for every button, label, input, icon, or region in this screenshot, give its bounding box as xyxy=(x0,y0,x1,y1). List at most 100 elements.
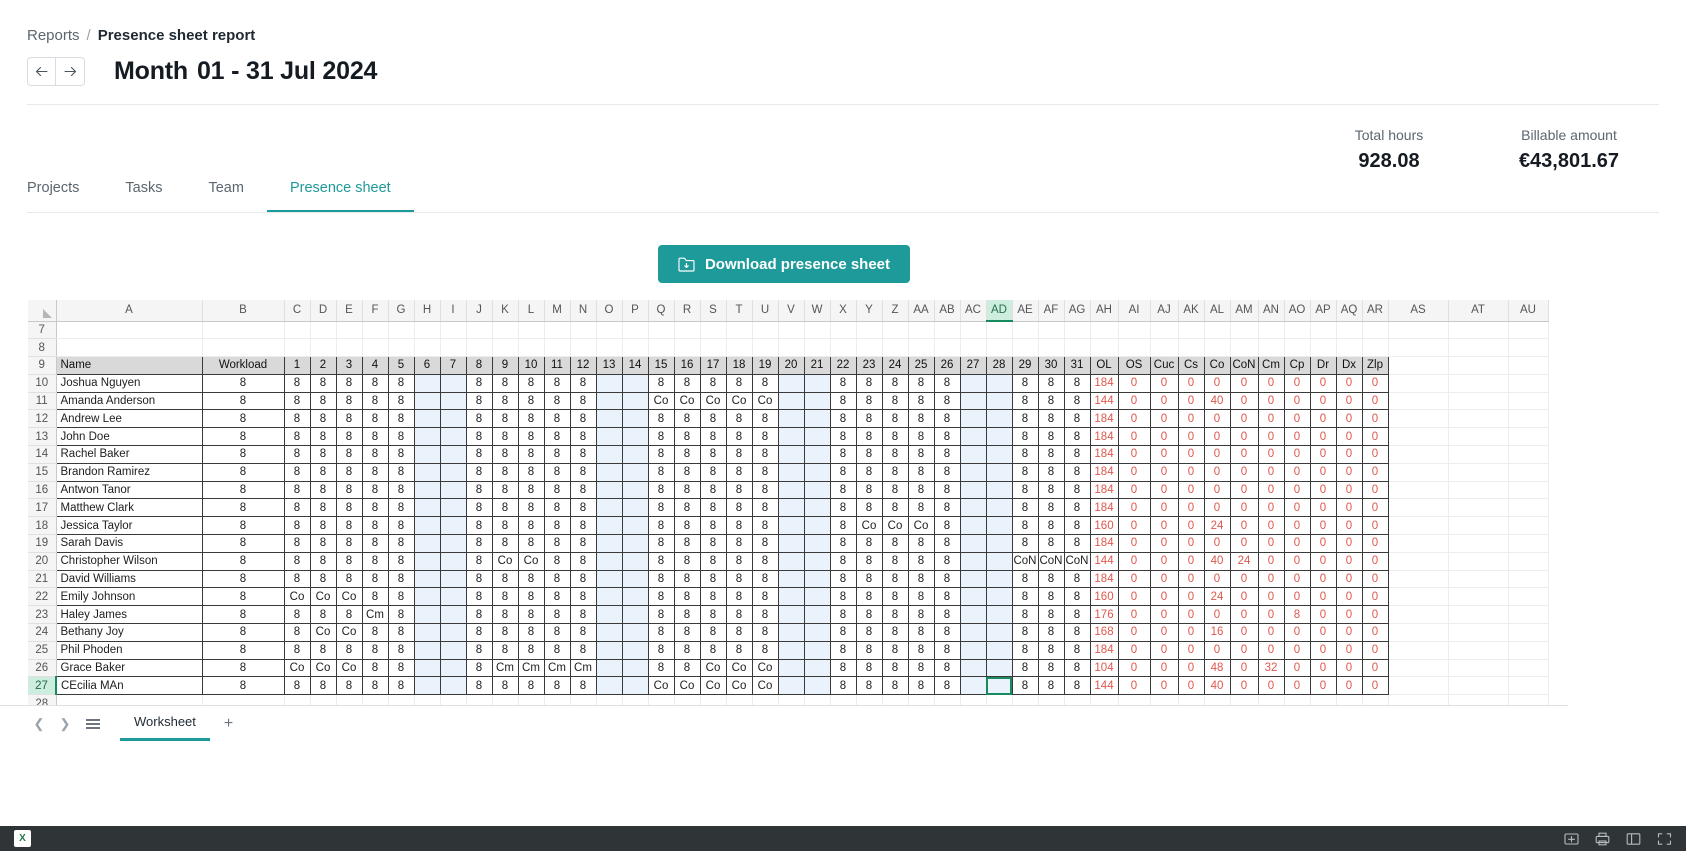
cell-total-Cm-18[interactable]: 0 xyxy=(1257,516,1285,536)
cell-name-11[interactable]: Amanda Anderson xyxy=(55,391,203,411)
cell-workload-13[interactable]: 8 xyxy=(201,427,285,447)
cell-total-Cp-19[interactable]: 0 xyxy=(1283,534,1311,553)
empty-cell-AC8[interactable] xyxy=(960,338,987,358)
empty-cell-AC7[interactable] xyxy=(960,321,987,340)
cell-day-20-13[interactable] xyxy=(777,427,805,447)
cell-day-4-21[interactable]: 8 xyxy=(361,569,389,589)
cell-day-7-12[interactable] xyxy=(439,409,467,429)
cell-day-26-23[interactable]: 8 xyxy=(933,605,961,625)
column-header-M[interactable]: M xyxy=(544,300,571,322)
cell-workload-19[interactable]: 8 xyxy=(201,534,285,553)
cell-day-27-11[interactable] xyxy=(959,391,987,411)
cell-day-11-12[interactable]: 8 xyxy=(543,409,571,429)
cell-day-27-12[interactable] xyxy=(959,409,987,429)
cell-day-9-12[interactable]: 8 xyxy=(491,409,519,429)
cell-total-OS-18[interactable]: 0 xyxy=(1117,516,1151,536)
cell-day-31-26[interactable]: 8 xyxy=(1063,658,1091,678)
cell-day-30-27[interactable]: 8 xyxy=(1037,676,1065,696)
empty-cell-Y8[interactable] xyxy=(856,338,883,358)
empty-cell-O7[interactable] xyxy=(596,321,623,340)
cell-day-16-22[interactable]: 8 xyxy=(673,587,701,607)
empty-cell-O8[interactable] xyxy=(596,338,623,358)
cell-day-17-16[interactable]: 8 xyxy=(699,480,727,500)
cell-day-19-11[interactable]: Co xyxy=(751,391,779,411)
cell-total-Cs-11[interactable]: 0 xyxy=(1177,391,1205,411)
cell-day-26-16[interactable]: 8 xyxy=(933,480,961,500)
cell-day-29-15[interactable]: 8 xyxy=(1011,462,1039,482)
cell-total-Cuc-14[interactable]: 0 xyxy=(1149,445,1179,464)
row-header-15[interactable]: 15 xyxy=(28,463,57,482)
cell-total-Zlp-18[interactable]: 0 xyxy=(1361,516,1389,536)
cell-day-5-20[interactable]: 8 xyxy=(387,551,415,571)
cell-name-19[interactable]: Sarah Davis xyxy=(55,534,203,553)
cell-total-Co-21[interactable]: 0 xyxy=(1203,569,1231,589)
cell-day-1-27[interactable]: 8 xyxy=(283,676,311,696)
cell-day-20-14[interactable] xyxy=(777,445,805,464)
row-header-23[interactable]: 23 xyxy=(28,605,57,625)
cell-day-14-17[interactable] xyxy=(621,498,649,518)
cell-day-25-12[interactable]: 8 xyxy=(907,409,935,429)
cell-day-28-25[interactable] xyxy=(985,640,1013,660)
cell-day-3-10[interactable]: 8 xyxy=(335,373,363,393)
cell-day-3-26[interactable]: Co xyxy=(335,658,363,678)
cell-day-16-10[interactable]: 8 xyxy=(673,373,701,393)
cell-day-25-17[interactable]: 8 xyxy=(907,498,935,518)
cell-day-8-17[interactable]: 8 xyxy=(465,498,493,518)
cell-total-CoN-13[interactable]: 0 xyxy=(1229,427,1259,447)
cell-day-28-24[interactable] xyxy=(985,623,1013,642)
cell-day-4-20[interactable]: 8 xyxy=(361,551,389,571)
cell-total-CoN-27[interactable]: 0 xyxy=(1229,676,1259,696)
cell-total-Cuc-27[interactable]: 0 xyxy=(1149,676,1179,696)
empty-cell-J8[interactable] xyxy=(466,338,493,358)
cell-day-11-17[interactable]: 8 xyxy=(543,498,571,518)
cell-day-25-14[interactable]: 8 xyxy=(907,445,935,464)
cell-day-25-16[interactable]: 8 xyxy=(907,480,935,500)
cell-total-Dr-24[interactable]: 0 xyxy=(1309,623,1337,642)
cell-day-4-12[interactable]: 8 xyxy=(361,409,389,429)
column-header-AL[interactable]: AL xyxy=(1204,300,1231,322)
cell-day-25-19[interactable]: 8 xyxy=(907,534,935,553)
cell-total-CoN-19[interactable]: 0 xyxy=(1229,534,1259,553)
header-cell-code-Cm[interactable]: Cm xyxy=(1257,356,1285,375)
empty-cell-D7[interactable] xyxy=(310,321,337,340)
cell-total-Dr-26[interactable]: 0 xyxy=(1309,658,1337,678)
cell-workload-18[interactable]: 8 xyxy=(201,516,285,536)
cell-day-5-17[interactable]: 8 xyxy=(387,498,415,518)
cell-day-25-10[interactable]: 8 xyxy=(907,373,935,393)
empty-cell-Z8[interactable] xyxy=(882,338,909,358)
empty-cell-E7[interactable] xyxy=(336,321,363,340)
empty-cell-tail-21-2[interactable] xyxy=(1508,570,1549,589)
cell-day-30-17[interactable]: 8 xyxy=(1037,498,1065,518)
cell-workload-21[interactable]: 8 xyxy=(201,569,285,589)
cell-name-23[interactable]: Haley James xyxy=(55,605,203,625)
cell-day-6-10[interactable] xyxy=(413,373,441,393)
empty-cell-tail-24-2[interactable] xyxy=(1508,623,1549,642)
cell-day-19-10[interactable]: 8 xyxy=(751,373,779,393)
empty-cell-tail-16-1[interactable] xyxy=(1448,481,1509,500)
column-header-S[interactable]: S xyxy=(700,300,727,322)
cell-day-22-11[interactable]: 8 xyxy=(829,391,857,411)
cell-total-OL-23[interactable]: 176 xyxy=(1089,605,1119,625)
cell-name-13[interactable]: John Doe xyxy=(55,427,203,447)
cell-day-3-11[interactable]: 8 xyxy=(335,391,363,411)
cell-day-12-16[interactable]: 8 xyxy=(569,480,597,500)
cell-day-26-17[interactable]: 8 xyxy=(933,498,961,518)
cell-day-30-25[interactable]: 8 xyxy=(1037,640,1065,660)
row-header-11[interactable]: 11 xyxy=(28,392,57,411)
cell-day-20-18[interactable] xyxy=(777,516,805,536)
cell-day-4-16[interactable]: 8 xyxy=(361,480,389,500)
empty-cell-AT7[interactable] xyxy=(1448,321,1509,340)
cell-total-OL-21[interactable]: 184 xyxy=(1089,569,1119,589)
empty-cell-M7[interactable] xyxy=(544,321,571,340)
cell-day-3-14[interactable]: 8 xyxy=(335,445,363,464)
cell-day-27-22[interactable] xyxy=(959,587,987,607)
cell-day-31-18[interactable]: 8 xyxy=(1063,516,1091,536)
empty-cell-tail-12-2[interactable] xyxy=(1508,409,1549,429)
cell-day-24-14[interactable]: 8 xyxy=(881,445,909,464)
empty-cell-J7[interactable] xyxy=(466,321,493,340)
cell-day-10-21[interactable]: 8 xyxy=(517,569,545,589)
cell-day-11-25[interactable]: 8 xyxy=(543,640,571,660)
header-cell-day-4[interactable]: 4 xyxy=(361,356,389,375)
cell-day-27-21[interactable] xyxy=(959,569,987,589)
cell-day-10-12[interactable]: 8 xyxy=(517,409,545,429)
